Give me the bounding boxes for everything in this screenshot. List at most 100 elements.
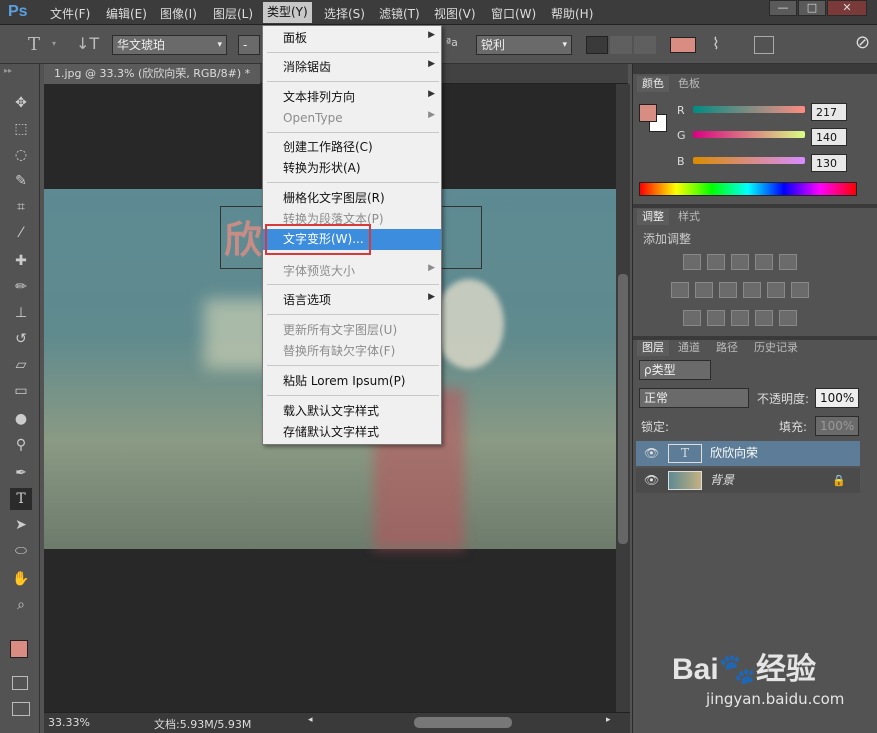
channel-mixer-icon[interactable] — [767, 282, 785, 298]
arrow-left-icon[interactable]: ◂ — [308, 715, 313, 725]
tab-history[interactable]: 历史记录 — [749, 340, 803, 356]
b-slider[interactable] — [693, 157, 805, 164]
fill-input[interactable]: 100% — [815, 416, 859, 436]
zoom-tool-icon[interactable]: ⌕ — [10, 594, 32, 616]
color-balance-icon[interactable] — [695, 282, 713, 298]
menu-image[interactable]: 图像(I) — [160, 5, 197, 22]
menu-item-text-direction[interactable]: 文本排列方向 — [283, 87, 355, 107]
horizontal-scroll-thumb[interactable] — [414, 717, 512, 728]
r-slider[interactable] — [693, 106, 805, 113]
text-orientation-icon[interactable]: ↓T — [76, 34, 99, 53]
scroll-thumb[interactable] — [618, 274, 628, 544]
color-lookup-icon[interactable] — [791, 282, 809, 298]
cancel-icon[interactable]: ⊘ — [855, 32, 870, 53]
posterize-icon[interactable] — [707, 310, 725, 326]
opacity-input[interactable]: 100% — [815, 388, 859, 408]
brush-tool-icon[interactable]: ✏ — [10, 276, 32, 298]
photo-filter-icon[interactable] — [743, 282, 761, 298]
stamp-tool-icon[interactable]: ⊥ — [10, 302, 32, 324]
menu-edit[interactable]: 编辑(E) — [106, 5, 147, 22]
foreground-color-swatch[interactable] — [10, 640, 28, 658]
menu-item-create-work-path[interactable]: 创建工作路径(C) — [283, 137, 373, 157]
align-left-icon[interactable] — [586, 36, 608, 54]
menu-item-convert-to-shape[interactable]: 转换为形状(A) — [283, 158, 361, 178]
maximize-button[interactable]: □ — [798, 0, 826, 16]
menu-type[interactable]: 类型(Y) — [263, 2, 312, 23]
menu-help[interactable]: 帮助(H) — [551, 5, 593, 22]
menu-window[interactable]: 窗口(W) — [491, 5, 536, 22]
black-white-icon[interactable] — [719, 282, 737, 298]
r-input[interactable]: 217 — [811, 103, 847, 121]
align-right-icon[interactable] — [634, 36, 656, 54]
align-center-icon[interactable] — [610, 36, 632, 54]
layer-row-text[interactable]: 👁 T 欣欣向荣 — [636, 441, 860, 466]
tab-swatches[interactable]: 色板 — [673, 76, 705, 92]
menu-item-load-default-styles[interactable]: 载入默认文字样式 — [283, 401, 379, 421]
text-color-swatch[interactable] — [670, 37, 696, 53]
invert-icon[interactable] — [683, 310, 701, 326]
text-tool-icon[interactable]: T — [28, 34, 40, 55]
levels-icon[interactable] — [707, 254, 725, 270]
pen-tool-icon[interactable]: ✒ — [10, 462, 32, 484]
gradient-tool-icon[interactable]: ▭ — [10, 380, 32, 402]
menu-item-save-default-styles[interactable]: 存储默认文字样式 — [283, 422, 379, 442]
eraser-tool-icon[interactable]: ▱ — [10, 354, 32, 376]
move-tool-icon[interactable]: ✥ — [10, 92, 32, 114]
menu-item-panel[interactable]: 面板 — [283, 28, 307, 48]
color-spectrum-bar[interactable] — [639, 182, 857, 196]
brightness-icon[interactable] — [683, 254, 701, 270]
color-fg-swatch[interactable] — [639, 104, 657, 122]
lasso-tool-icon[interactable]: ◌ — [10, 144, 32, 166]
menu-select[interactable]: 选择(S) — [324, 5, 365, 22]
crop-tool-icon[interactable]: ⌗ — [10, 196, 32, 218]
arrow-right-icon[interactable]: ▸ — [606, 715, 611, 725]
minimize-button[interactable]: — — [769, 0, 797, 16]
font-family-select[interactable]: 华文琥珀 ▾ — [112, 35, 227, 55]
vibrance-icon[interactable] — [779, 254, 797, 270]
zoom-level[interactable]: 33.33% — [48, 716, 90, 729]
vertical-scrollbar[interactable] — [616, 84, 630, 714]
quick-select-icon[interactable]: ✎ — [10, 170, 32, 192]
b-input[interactable]: 130 — [811, 154, 847, 172]
tab-adjustments[interactable]: 调整 — [637, 209, 669, 225]
history-brush-icon[interactable]: ↺ — [10, 328, 32, 350]
path-select-icon[interactable]: ➤ — [10, 514, 32, 536]
exposure-icon[interactable] — [755, 254, 773, 270]
screen-mode-icon[interactable] — [12, 702, 30, 716]
eyedropper-icon[interactable]: ⁄ — [10, 222, 32, 244]
layer-row-background[interactable]: 👁 背景 🔒 — [636, 468, 860, 493]
g-input[interactable]: 140 — [811, 128, 847, 146]
menu-item-antialias[interactable]: 消除锯齿 — [283, 57, 331, 77]
menu-layer[interactable]: 图层(L) — [213, 5, 253, 22]
hue-saturation-icon[interactable] — [671, 282, 689, 298]
tab-channels[interactable]: 通道 — [673, 340, 705, 356]
close-button[interactable]: ✕ — [827, 0, 867, 16]
font-style-select[interactable]: - — [238, 35, 260, 55]
hand-tool-icon[interactable]: ✋ — [10, 568, 32, 590]
character-panel-icon[interactable] — [754, 36, 774, 54]
eye-icon[interactable]: 👁 — [644, 468, 659, 493]
g-slider[interactable] — [693, 131, 805, 138]
blur-tool-icon[interactable]: ● — [10, 408, 32, 430]
gradient-map-icon[interactable] — [779, 310, 797, 326]
menu-item-rasterize[interactable]: 栅格化文字图层(R) — [283, 188, 385, 208]
chevron-down-icon[interactable]: ▾ — [52, 39, 56, 48]
tab-paths[interactable]: 路径 — [711, 340, 743, 356]
dodge-tool-icon[interactable]: ⚲ — [10, 434, 32, 456]
ellipse-tool-icon[interactable]: ⬭ — [10, 540, 32, 562]
menu-view[interactable]: 视图(V) — [434, 5, 476, 22]
marquee-tool-icon[interactable]: ⬚ — [10, 118, 32, 140]
menu-item-language-options[interactable]: 语言选项 — [283, 290, 331, 310]
quick-mask-icon[interactable] — [12, 676, 28, 690]
threshold-icon[interactable] — [731, 310, 749, 326]
tab-styles[interactable]: 样式 — [673, 209, 705, 225]
collapse-icon[interactable]: ▸▸ — [4, 66, 12, 75]
menu-filter[interactable]: 滤镜(T) — [379, 5, 420, 22]
document-tab[interactable]: 1.jpg @ 33.3% (欣欣向荣, RGB/8#) * — [44, 64, 261, 84]
menu-item-paste-lorem[interactable]: 粘贴 Lorem Ipsum(P) — [283, 371, 406, 391]
selective-color-icon[interactable] — [755, 310, 773, 326]
tab-layers[interactable]: 图层 — [637, 340, 669, 356]
type-tool-icon[interactable]: T — [10, 488, 32, 510]
layer-filter-select[interactable]: ρ类型 — [639, 360, 711, 380]
healing-brush-icon[interactable]: ✚ — [10, 250, 32, 272]
